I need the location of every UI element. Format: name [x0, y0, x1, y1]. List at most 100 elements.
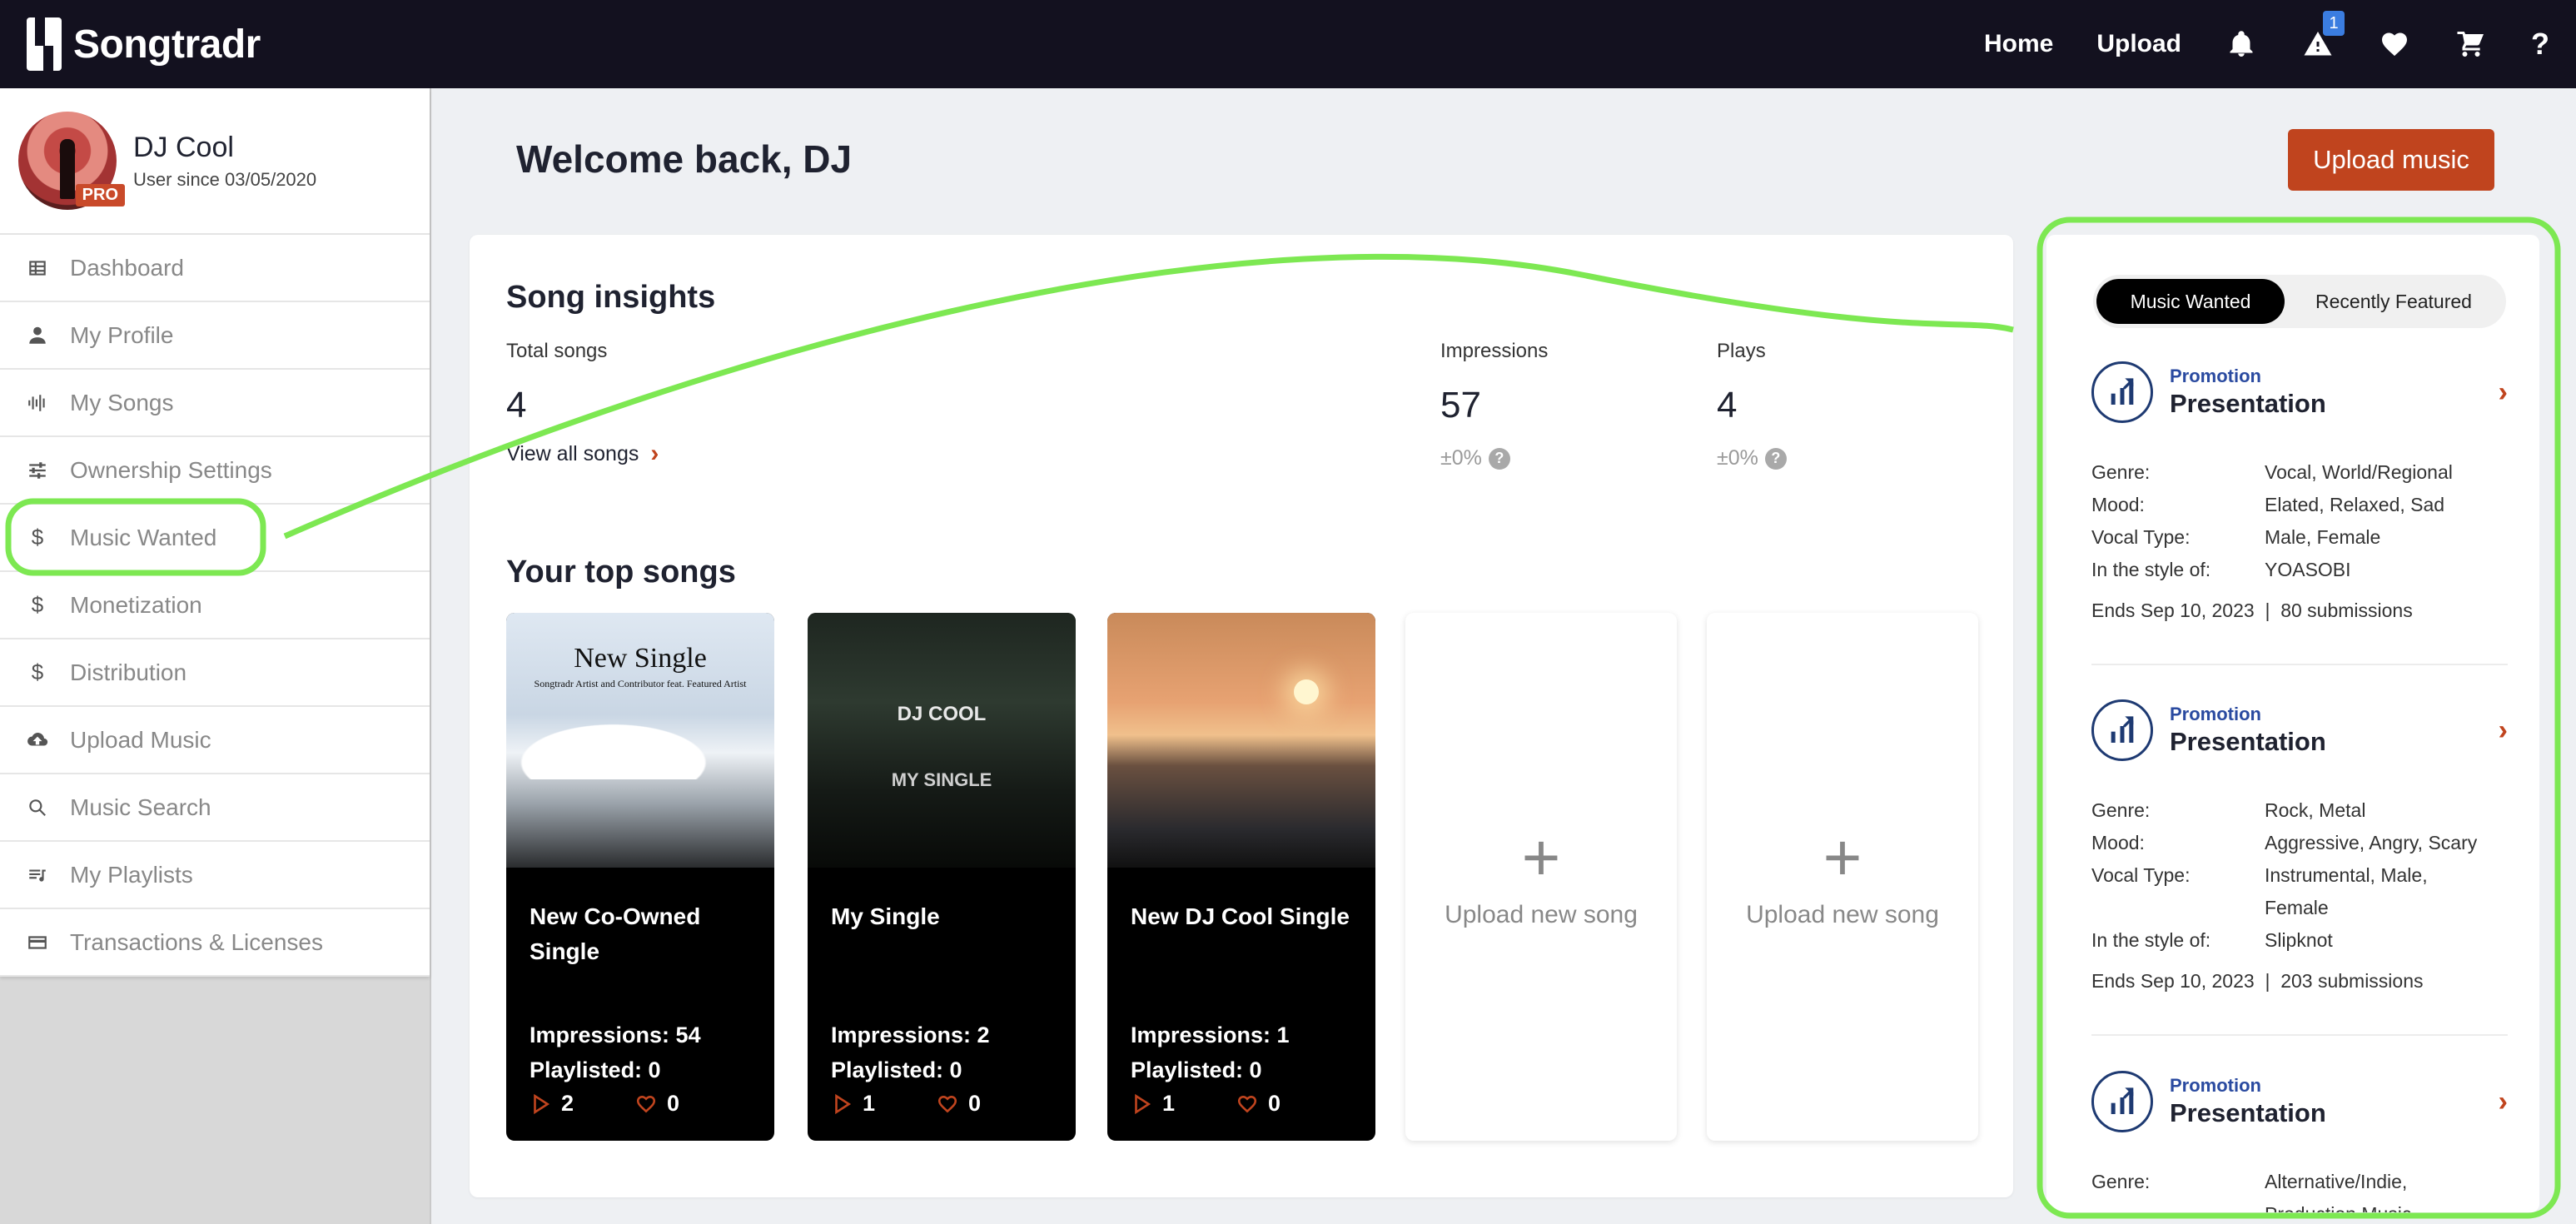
play-count[interactable]: 2	[530, 1091, 574, 1117]
vocal-type-key: Vocal Type:	[2091, 526, 2191, 548]
bell-icon[interactable]	[2225, 27, 2258, 61]
divider	[2091, 1034, 2508, 1036]
sidebar-item-upload-music[interactable]: Upload Music	[0, 707, 430, 774]
songtradr-logo-icon	[27, 17, 62, 71]
promotion-type: Promotion	[2170, 366, 2261, 386]
mood-value: Aggressive, Angry, Scary	[2265, 832, 2478, 853]
plays-stat: Plays 4 ±0% ?	[1717, 340, 1787, 470]
sidebar-item-label: Ownership Settings	[70, 456, 272, 483]
impressions-stat: Impressions 57 ±0% ?	[1440, 340, 1548, 470]
play-count[interactable]: 1	[1131, 1091, 1175, 1117]
plays-label: Plays	[1717, 340, 1766, 362]
like-count[interactable]: 0	[635, 1091, 679, 1117]
song-impressions: Impressions: 2	[831, 1022, 990, 1047]
promotion-details: Genre: Alternative/Indie, Production Mus…	[2091, 1166, 2508, 1212]
song-title: My Single	[831, 903, 940, 929]
upload-new-song-slot[interactable]: + Upload new song	[1707, 613, 1978, 1141]
song-card[interactable]: DJ COOL MY SINGLE My Single Impressions:…	[808, 613, 1076, 1141]
notification-badge: 1	[2323, 11, 2345, 36]
sidebar-item-my-profile[interactable]: My Profile	[0, 302, 430, 370]
card-icon	[25, 930, 50, 955]
pro-badge: PRO	[75, 184, 125, 206]
search-icon	[25, 795, 50, 820]
mood-key: Mood:	[2091, 494, 2145, 515]
style-value: Slipknot	[2265, 929, 2333, 951]
help-circle-icon[interactable]: ?	[1488, 447, 1510, 470]
help-icon[interactable]: ?	[2531, 27, 2549, 62]
upload-music-button[interactable]: Upload music	[2288, 129, 2494, 191]
cover-title: New Single	[574, 643, 707, 674]
promotion-item[interactable]: Promotion Presentation › Genre: Vocal, W…	[2091, 361, 2508, 622]
person-icon	[25, 323, 50, 348]
sidebar-item-my-playlists[interactable]: My Playlists	[0, 842, 430, 909]
sidebar-item-transactions-licenses[interactable]: Transactions & Licenses	[0, 909, 430, 977]
mood-key: Mood:	[2091, 832, 2145, 853]
like-count[interactable]: 0	[1236, 1091, 1281, 1117]
tab-recently-featured[interactable]: Recently Featured	[2285, 279, 2503, 324]
nav-upload-link[interactable]: Upload	[2096, 30, 2181, 58]
sidebar: PRO DJ Cool User since 03/05/2020 Dashbo…	[0, 88, 431, 1224]
top-navigation-bar: Songtradr Home Upload 1 ?	[0, 0, 2576, 88]
song-title: New Co-Owned Single	[530, 903, 701, 964]
sidebar-item-monetization[interactable]: $ Monetization	[0, 572, 430, 639]
style-value: YOASOBI	[2265, 559, 2351, 580]
sidebar-item-ownership-settings[interactable]: Ownership Settings	[0, 437, 430, 505]
nav-home-link[interactable]: Home	[1984, 30, 2053, 58]
sidebar-item-distribution[interactable]: $ Distribution	[0, 639, 430, 707]
dollar-icon: $	[31, 525, 44, 550]
impressions-delta-value: ±0%	[1440, 446, 1482, 470]
chevron-right-icon[interactable]: ›	[2499, 1086, 2508, 1118]
play-count[interactable]: 1	[831, 1091, 875, 1117]
impressions-delta: ±0% ?	[1440, 446, 1548, 470]
sidebar-item-music-search[interactable]: Music Search	[0, 774, 430, 842]
genre-key: Genre:	[2091, 1171, 2151, 1192]
bar-chart-icon	[2091, 1071, 2153, 1132]
genre-value: Rock, Metal	[2265, 799, 2366, 821]
bar-chart-icon	[2091, 361, 2153, 423]
genre-value: Alternative/Indie, Production Music,	[2265, 1171, 2417, 1212]
promotion-footer: Ends Sep 10, 2023 | 80 submissions	[2091, 600, 2413, 621]
sidebar-item-dashboard[interactable]: Dashboard	[0, 235, 430, 302]
promotion-header: Promotion Presentation ›	[2091, 1071, 2508, 1132]
play-count-value: 2	[561, 1091, 574, 1116]
song-card[interactable]: New DJ Cool Single Impressions: 1 Playli…	[1107, 613, 1375, 1141]
chevron-right-icon[interactable]: ›	[2499, 714, 2508, 747]
profile-since: User since 03/05/2020	[133, 168, 317, 190]
promotion-item[interactable]: Promotion Presentation › Genre: Alternat…	[2091, 1071, 2508, 1212]
song-playlisted: Playlisted: 0	[530, 1057, 661, 1082]
sidebar-item-label: Music Wanted	[70, 524, 217, 550]
help-circle-icon[interactable]: ?	[1764, 447, 1787, 470]
brand-logo[interactable]: Songtradr	[27, 17, 261, 71]
song-cover-image: DJ COOL MY SINGLE	[808, 613, 1076, 868]
dollar-icon: $	[31, 592, 44, 617]
song-card[interactable]: New Single Songtradr Artist and Contribu…	[506, 613, 774, 1141]
sidebar-item-my-songs[interactable]: My Songs	[0, 370, 430, 437]
view-all-songs-link[interactable]: View all songs ›	[506, 440, 659, 468]
promotion-titles: Promotion Presentation	[2170, 1075, 2326, 1128]
chevron-right-icon[interactable]: ›	[2499, 376, 2508, 409]
sidebar-item-label: My Profile	[70, 321, 174, 348]
genre-key: Genre:	[2091, 799, 2151, 821]
cart-icon[interactable]	[2454, 27, 2488, 61]
profile-name: DJ Cool	[133, 131, 234, 163]
tab-music-wanted[interactable]: Music Wanted	[2096, 279, 2285, 324]
like-count-value: 0	[1268, 1091, 1281, 1116]
chevron-right-icon: ›	[650, 440, 659, 467]
sidebar-item-music-wanted[interactable]: $ Music Wanted	[0, 505, 430, 572]
play-count-value: 1	[863, 1091, 876, 1116]
heart-icon[interactable]	[2378, 27, 2411, 61]
upload-new-song-slot[interactable]: + Upload new song	[1405, 613, 1677, 1141]
song-title: New DJ Cool Single	[1131, 903, 1350, 929]
dollar-icon: $	[31, 659, 44, 684]
vocal-type-value: Instrumental, Male, Female	[2265, 864, 2428, 918]
play-icon	[1135, 1093, 1151, 1114]
warning-icon[interactable]: 1	[2301, 11, 2345, 61]
play-count-value: 1	[1162, 1091, 1176, 1116]
promotion-item[interactable]: Promotion Presentation › Genre: Rock, Me…	[2091, 699, 2508, 993]
sidebar-item-label: Upload Music	[70, 726, 211, 753]
song-insights-title: Song insights	[506, 280, 716, 315]
sliders-icon	[25, 458, 50, 483]
plus-icon: +	[1521, 820, 1561, 894]
avatar[interactable]: PRO	[18, 112, 125, 210]
like-count[interactable]: 0	[937, 1091, 981, 1117]
